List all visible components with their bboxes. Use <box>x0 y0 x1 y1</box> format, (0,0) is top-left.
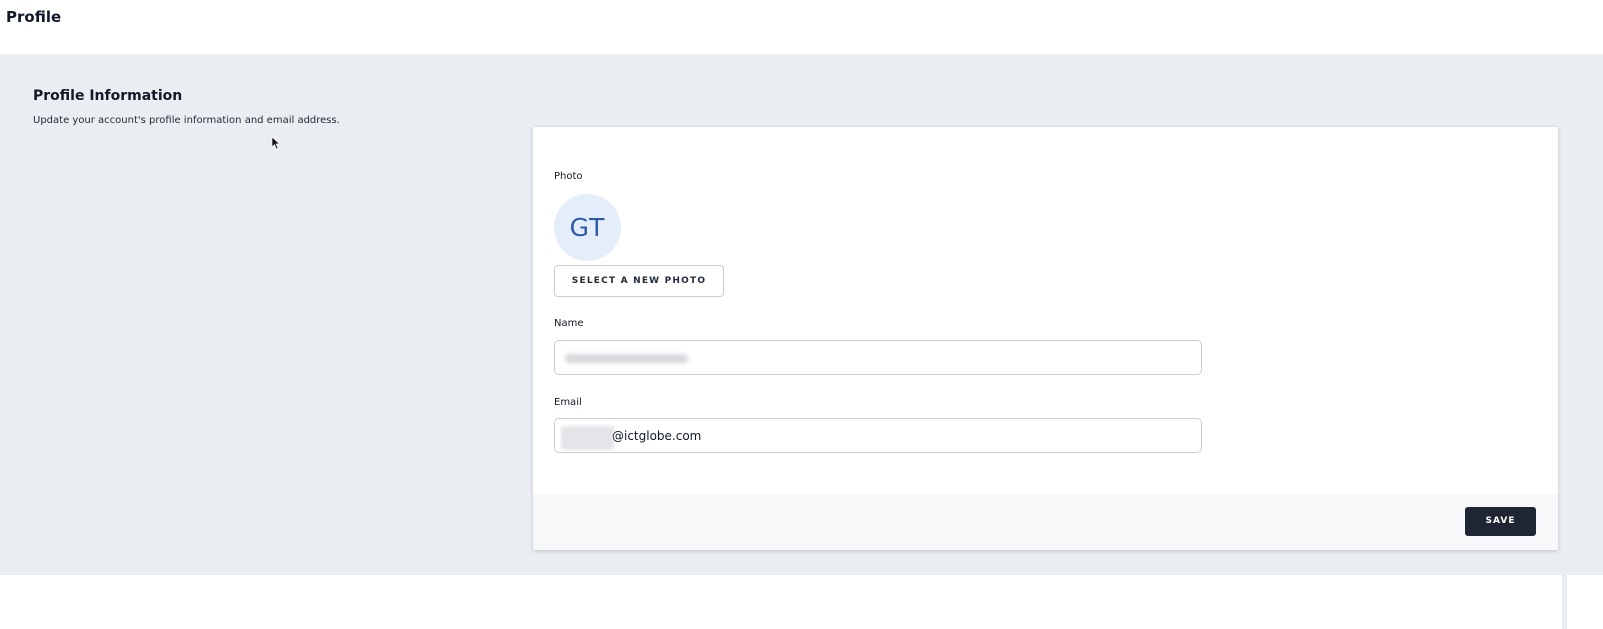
profile-card: Photo GT SELECT A NEW PHOTO Name Email @… <box>533 127 1558 550</box>
scrollbar-track[interactable] <box>1562 108 1567 629</box>
mouse-pointer-icon <box>271 136 281 150</box>
name-field[interactable] <box>554 340 1202 375</box>
name-value-redacted <box>565 354 688 363</box>
name-label: Name <box>554 318 584 329</box>
page-title: Profile <box>6 8 62 26</box>
avatar-initials: GT <box>569 213 606 242</box>
profile-card-body: Photo GT SELECT A NEW PHOTO Name Email @… <box>533 127 1558 494</box>
avatar: GT <box>554 194 621 261</box>
profile-card-footer <box>533 494 1558 550</box>
email-field[interactable]: @ictglobe.com <box>554 418 1202 453</box>
save-button[interactable]: SAVE <box>1465 507 1536 536</box>
email-local-part-redacted <box>561 426 614 450</box>
section-title: Profile Information <box>33 88 183 104</box>
email-label: Email <box>554 397 582 408</box>
select-new-photo-button[interactable]: SELECT A NEW PHOTO <box>554 265 724 297</box>
top-bar: Profile <box>0 0 1603 54</box>
content-area: Profile Information Update your account'… <box>0 54 1603 629</box>
photo-label: Photo <box>554 171 583 182</box>
email-domain: @ictglobe.com <box>612 429 702 443</box>
section-description: Update your account's profile informatio… <box>33 115 340 126</box>
